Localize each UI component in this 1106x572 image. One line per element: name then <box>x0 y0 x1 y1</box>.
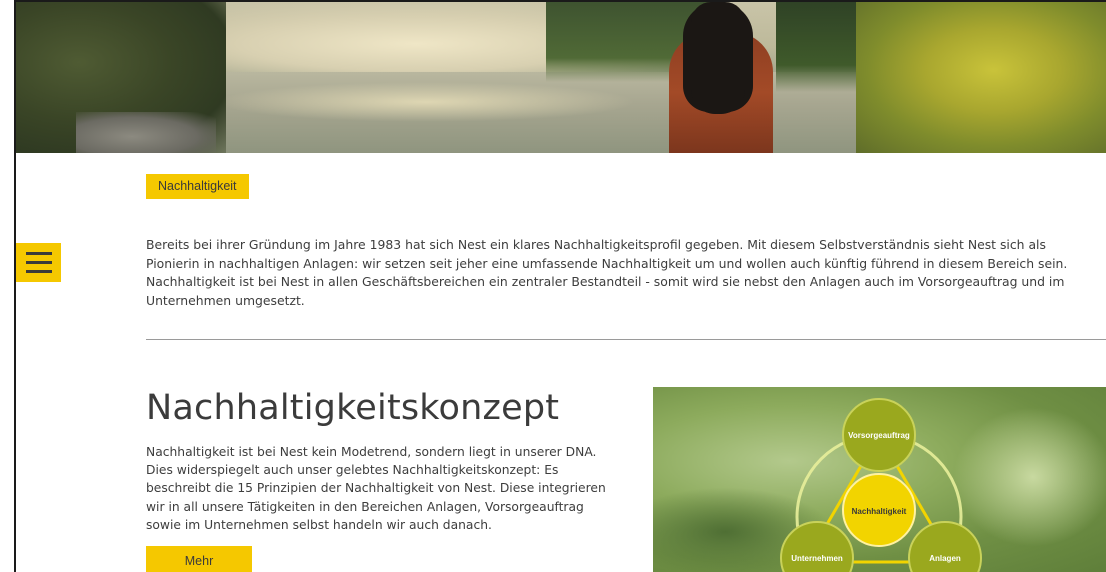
node-label-nachhaltigkeit: Nachhaltigkeit <box>852 507 907 516</box>
section-divider <box>146 339 1106 340</box>
node-vorsorgeauftrag: Vorsorgeauftrag <box>842 398 916 472</box>
node-unternehmen: Unternehmen <box>780 521 854 572</box>
intro-paragraph: Bereits bei ihrer Gründung im Jahre 1983… <box>146 237 1068 308</box>
concept-diagram-image: Vorsorgeauftrag Nachhaltigkeit Unternehm… <box>653 387 1106 572</box>
node-label-vorsorgeauftrag: Vorsorgeauftrag <box>848 431 910 440</box>
node-anlagen: Anlagen <box>908 521 982 572</box>
node-label-unternehmen: Unternehmen <box>791 554 843 563</box>
section-tag: Nachhaltigkeit <box>146 174 249 199</box>
concept-paragraph: Nachhaltigkeit ist bei Nest kein Modetre… <box>146 445 606 532</box>
node-label-anlagen: Anlagen <box>929 554 961 563</box>
hamburger-menu-icon <box>25 252 52 255</box>
node-nachhaltigkeit: Nachhaltigkeit <box>842 473 916 547</box>
concept-heading: Nachhaltigkeitskonzept <box>146 388 560 428</box>
hero-banner-image <box>16 2 1106 153</box>
more-button[interactable]: Mehr <box>146 546 252 572</box>
hero-person <box>661 2 781 153</box>
hamburger-menu-button[interactable] <box>16 243 61 282</box>
sustainability-diagram: Vorsorgeauftrag Nachhaltigkeit Unternehm… <box>780 398 982 572</box>
